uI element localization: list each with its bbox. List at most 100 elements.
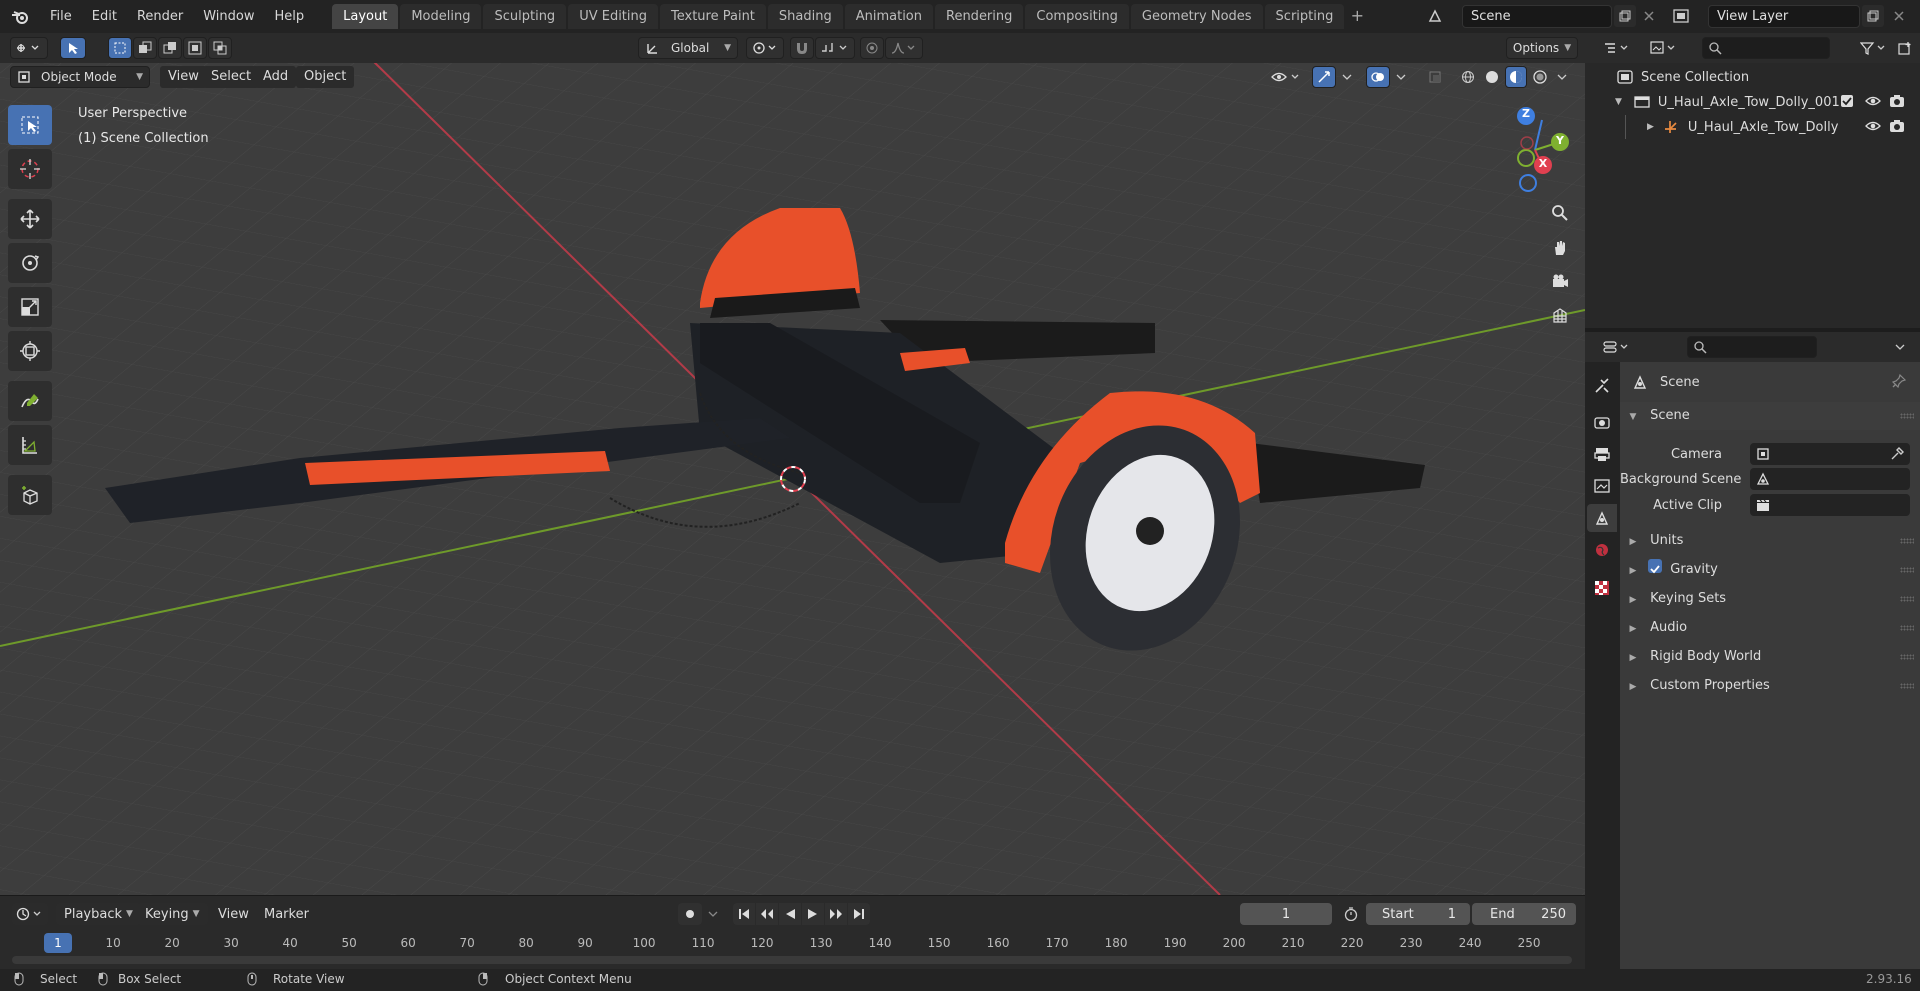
snap-target-icon[interactable] [815, 37, 855, 59]
render-tab-icon[interactable] [1587, 408, 1617, 436]
transform-tool-icon[interactable] [8, 331, 52, 371]
start-frame-field[interactable]: Start 1 [1366, 903, 1470, 925]
jump-start-icon[interactable] [733, 903, 755, 925]
menu-select[interactable]: Select [203, 66, 260, 88]
view-layer-tab-icon[interactable] [1587, 472, 1617, 500]
panel-audio-header[interactable]: ▶ Audio [1620, 614, 1920, 642]
close-scene-icon[interactable] [1638, 5, 1660, 27]
ortho-grid-icon[interactable] [1545, 301, 1575, 331]
3d-viewport[interactable]: Z Y X User Perspective (1) Scene Collect… [0, 33, 1585, 895]
new-collection-icon[interactable] [1893, 37, 1917, 59]
properties-options-icon[interactable] [1888, 336, 1912, 358]
tab-geometry-nodes[interactable]: Geometry Nodes [1130, 4, 1263, 29]
menu-edit[interactable]: Edit [82, 0, 127, 33]
transform-orientation-dropdown[interactable]: Global ▼ [638, 37, 738, 59]
record-keyframe-icon[interactable] [678, 903, 702, 925]
tab-compositing[interactable]: Compositing [1025, 4, 1129, 29]
scale-tool-icon[interactable] [8, 287, 52, 327]
select-subtract-icon[interactable] [158, 37, 182, 59]
properties-search-input[interactable] [1687, 336, 1817, 358]
menu-object[interactable]: Object [296, 66, 355, 88]
select-intersect-icon[interactable] [208, 37, 232, 59]
options-dropdown[interactable]: Options ▼ [1506, 37, 1578, 59]
view-layer-icon[interactable] [1670, 5, 1692, 27]
object-visibility-icon[interactable] [1266, 66, 1306, 88]
properties-editor-type-icon[interactable] [1599, 336, 1635, 358]
end-frame-field[interactable]: End 250 [1472, 903, 1576, 925]
xray-toggle-icon[interactable] [1424, 66, 1446, 88]
menu-file[interactable]: File [40, 0, 82, 33]
drag-grip-icon[interactable] [1900, 413, 1914, 419]
eye-icon[interactable] [1865, 94, 1881, 112]
view-layer-field[interactable]: View Layer [1708, 5, 1860, 28]
select-extend-icon[interactable] [133, 37, 157, 59]
world-tab-icon[interactable] [1587, 536, 1617, 564]
drag-grip-icon[interactable] [1900, 683, 1914, 689]
measure-tool-icon[interactable] [8, 425, 52, 465]
drag-grip-icon[interactable] [1900, 654, 1914, 660]
pan-hand-icon[interactable] [1545, 233, 1575, 263]
zoom-icon[interactable] [1545, 198, 1575, 228]
copy-view-layer-icon[interactable] [1862, 5, 1884, 27]
drag-grip-icon[interactable] [1900, 538, 1914, 544]
tab-scripting[interactable]: Scripting [1264, 4, 1345, 29]
expand-down-icon[interactable]: ▼ [1615, 97, 1622, 107]
proportional-falloff-icon[interactable] [885, 37, 923, 59]
mode-dropdown[interactable]: Object Mode ▼ [10, 66, 150, 88]
copy-scene-icon[interactable] [1614, 5, 1636, 27]
filter-icon[interactable] [1855, 37, 1893, 59]
playback-menu[interactable]: Playback ▼ [56, 903, 141, 925]
tool-tab-icon[interactable] [1587, 372, 1617, 400]
scene-name-field[interactable]: Scene [1462, 5, 1612, 28]
tab-texture-paint[interactable]: Texture Paint [660, 4, 766, 29]
current-frame-field[interactable]: 1 [1240, 903, 1332, 925]
outliner-row-collection[interactable]: ▼ U_Haul_Axle_Tow_Dolly_001 [1585, 90, 1920, 114]
gizmo-toggle-icon[interactable] [1312, 66, 1336, 88]
close-view-layer-icon[interactable] [1888, 5, 1910, 27]
texture-tab-icon[interactable] [1587, 574, 1617, 602]
panel-scene-header[interactable]: ▼ Scene [1620, 402, 1920, 430]
move-tool-icon[interactable] [8, 199, 52, 239]
timeline-menu-marker[interactable]: Marker [256, 903, 317, 925]
eyedropper-icon[interactable] [1890, 447, 1904, 461]
timeline-scrollbar[interactable] [12, 956, 1572, 964]
annotate-tool-icon[interactable] [8, 381, 52, 421]
wireframe-shading-icon[interactable] [1457, 66, 1479, 88]
camera-field[interactable] [1750, 443, 1910, 465]
panel-units-header[interactable]: ▶ Units [1620, 527, 1920, 555]
outliner-row-scene-collection[interactable]: Scene Collection [1585, 65, 1920, 89]
tab-shading[interactable]: Shading [767, 4, 843, 29]
menu-view[interactable]: View [160, 66, 207, 88]
active-clip-field[interactable] [1750, 494, 1910, 516]
select-new-icon[interactable] [108, 37, 132, 59]
tab-uv-editing[interactable]: UV Editing [568, 4, 659, 29]
display-mode-icon[interactable] [1645, 37, 1683, 59]
scene-tab-icon[interactable] [1587, 504, 1617, 532]
stopwatch-icon[interactable] [1340, 903, 1362, 925]
rotate-tool-icon[interactable] [8, 243, 52, 283]
pivot-point-icon[interactable] [746, 37, 784, 59]
output-tab-icon[interactable] [1587, 440, 1617, 468]
overlays-dropdown-icon[interactable] [1392, 66, 1410, 88]
cursor-tool-icon[interactable] [8, 149, 52, 189]
camera-view-icon[interactable] [1545, 267, 1575, 297]
play-icon[interactable] [802, 903, 824, 925]
overlays-toggle-icon[interactable] [1366, 66, 1390, 88]
jump-end-icon[interactable] [848, 903, 870, 925]
rendered-shading-icon[interactable] [1529, 66, 1551, 88]
editor-type-icon[interactable] [10, 37, 48, 59]
menu-help[interactable]: Help [265, 0, 315, 33]
keying-menu[interactable]: Keying ▼ [137, 903, 208, 925]
menu-window[interactable]: Window [193, 0, 264, 33]
timeline-menu-view[interactable]: View [210, 903, 257, 925]
render-camera-icon[interactable] [1889, 119, 1905, 137]
pin-icon[interactable] [1891, 373, 1907, 392]
shading-dropdown-icon[interactable] [1553, 66, 1571, 88]
expand-right-icon[interactable]: ▶ [1647, 122, 1654, 132]
tab-modeling[interactable]: Modeling [400, 4, 482, 29]
tab-animation[interactable]: Animation [844, 4, 933, 29]
add-workspace-button[interactable]: + [1346, 6, 1368, 28]
panel-gravity-header[interactable]: ▶ Gravity [1620, 556, 1920, 584]
select-tool-icon[interactable] [60, 37, 86, 59]
add-cube-tool-icon[interactable] [8, 475, 52, 515]
